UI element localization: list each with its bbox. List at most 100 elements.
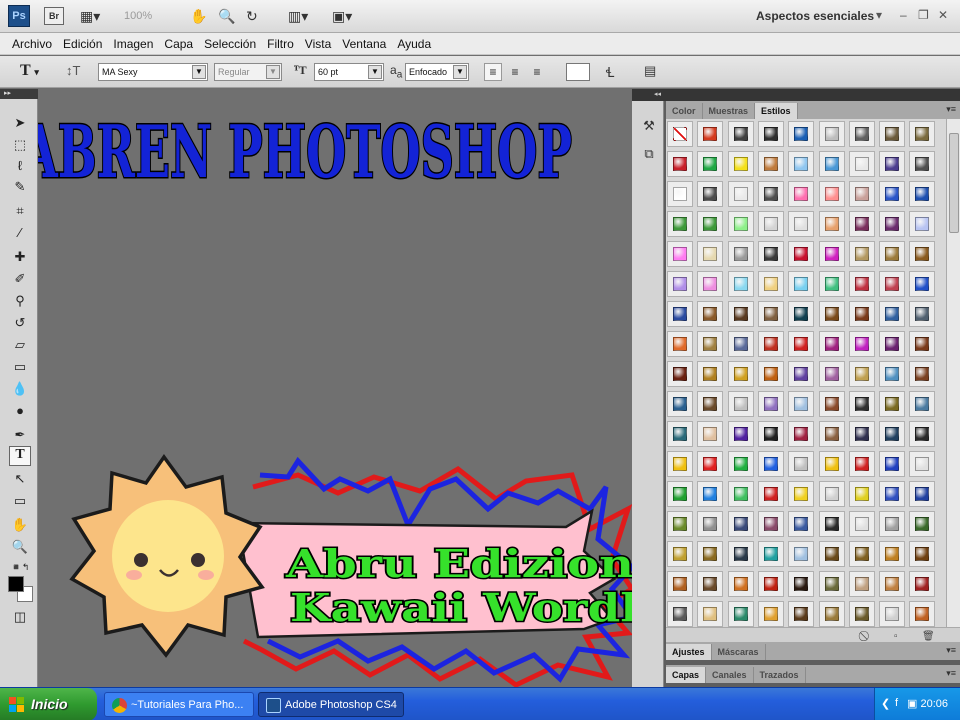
style-swatch[interactable] xyxy=(667,151,693,177)
arrange-documents-icon[interactable]: ▥▾ xyxy=(288,6,308,26)
style-swatch[interactable] xyxy=(909,211,936,237)
menu-seleccion[interactable]: Selección xyxy=(204,37,256,51)
style-swatch[interactable] xyxy=(818,211,845,237)
style-swatch[interactable] xyxy=(848,301,875,327)
font-size-select[interactable]: 60 pt ▼ xyxy=(314,63,384,81)
style-swatch[interactable] xyxy=(879,241,906,267)
style-swatch[interactable] xyxy=(848,601,875,627)
character-panel-icon[interactable]: ▤ xyxy=(644,63,656,81)
style-swatch[interactable] xyxy=(788,421,815,447)
style-swatch[interactable] xyxy=(667,451,693,477)
style-swatch[interactable] xyxy=(667,511,693,537)
style-swatch[interactable] xyxy=(757,331,784,357)
style-swatch[interactable] xyxy=(667,541,693,567)
style-swatch[interactable] xyxy=(727,391,754,417)
swap-colors-icon[interactable]: ◾↰ xyxy=(9,557,31,577)
style-swatch[interactable] xyxy=(879,361,906,387)
tray-arrow-icon[interactable]: ❮ xyxy=(881,697,890,710)
style-swatch[interactable] xyxy=(818,241,845,267)
font-style-select[interactable]: Regular ▼ xyxy=(214,63,282,81)
clone-source-icon[interactable]: ⧉ xyxy=(640,145,658,163)
crop-tool-icon[interactable]: ⌗ xyxy=(9,201,31,221)
styles-scrollbar[interactable] xyxy=(946,119,960,627)
style-swatch[interactable] xyxy=(788,271,815,297)
warp-text-icon[interactable]: Ɬ xyxy=(606,63,615,81)
style-swatch[interactable] xyxy=(727,511,754,537)
tab-capas[interactable]: Capas xyxy=(666,667,707,683)
bridge-launch-button[interactable]: Br xyxy=(44,7,64,25)
panel-menu-icon[interactable]: ▾≡ xyxy=(946,104,956,115)
style-swatch[interactable] xyxy=(667,121,693,147)
style-swatch[interactable] xyxy=(667,361,693,387)
tab-trazados[interactable]: Trazados xyxy=(754,667,806,683)
style-swatch[interactable] xyxy=(697,331,724,357)
facebook-icon[interactable]: f xyxy=(895,697,898,709)
style-swatch[interactable] xyxy=(667,421,693,447)
style-swatch[interactable] xyxy=(667,271,693,297)
tab-muestras[interactable]: Muestras xyxy=(703,103,756,119)
style-swatch[interactable] xyxy=(848,151,875,177)
text-color-swatch[interactable] xyxy=(566,63,590,81)
dodge-tool-icon[interactable]: ● xyxy=(9,401,31,421)
style-swatch[interactable] xyxy=(909,541,936,567)
style-swatch[interactable] xyxy=(697,361,724,387)
style-swatch[interactable] xyxy=(818,511,845,537)
quick-selection-tool-icon[interactable]: ✎ xyxy=(9,177,31,197)
zoom-icon[interactable]: 🔍 xyxy=(218,6,235,26)
menu-archivo[interactable]: Archivo xyxy=(12,37,52,51)
taskbar-item-chrome[interactable]: ~Tutoriales Para Pho... xyxy=(104,692,254,717)
style-swatch[interactable] xyxy=(757,541,784,567)
quick-mask-icon[interactable]: ◫ xyxy=(9,607,31,627)
zoom-tool-icon[interactable]: 🔍 xyxy=(9,537,31,557)
close-icon[interactable]: ✕ xyxy=(938,8,948,22)
style-swatch[interactable] xyxy=(757,421,784,447)
tab-ajustes[interactable]: Ajustes xyxy=(666,644,712,660)
style-swatch[interactable] xyxy=(879,451,906,477)
style-swatch[interactable] xyxy=(667,211,693,237)
style-swatch[interactable] xyxy=(788,481,815,507)
style-swatch[interactable] xyxy=(879,481,906,507)
style-swatch[interactable] xyxy=(848,211,875,237)
workspace-switcher[interactable]: Aspectos esenciales xyxy=(756,9,874,23)
style-swatch[interactable] xyxy=(697,541,724,567)
style-swatch[interactable] xyxy=(848,271,875,297)
style-swatch[interactable] xyxy=(667,571,693,597)
path-selection-tool-icon[interactable]: ↖ xyxy=(9,469,31,489)
style-swatch[interactable] xyxy=(757,391,784,417)
scrollbar-thumb[interactable] xyxy=(949,133,959,233)
style-swatch[interactable] xyxy=(697,511,724,537)
photoshop-logo[interactable]: Ps xyxy=(8,5,30,27)
style-swatch[interactable] xyxy=(818,571,845,597)
style-swatch[interactable] xyxy=(848,181,875,207)
style-swatch[interactable] xyxy=(818,181,845,207)
tab-mascaras[interactable]: Máscaras xyxy=(712,644,766,660)
style-swatch[interactable] xyxy=(757,511,784,537)
style-swatch[interactable] xyxy=(788,451,815,477)
style-swatch[interactable] xyxy=(788,241,815,267)
clone-stamp-tool-icon[interactable]: ⚲ xyxy=(9,291,31,311)
style-swatch[interactable] xyxy=(788,211,815,237)
menu-vista[interactable]: Vista xyxy=(305,37,331,51)
style-swatch[interactable] xyxy=(909,331,936,357)
tab-estilos[interactable]: Estilos xyxy=(755,103,798,119)
tools-panel-header[interactable]: ▸▸ xyxy=(0,89,38,99)
style-swatch[interactable] xyxy=(727,421,754,447)
style-swatch[interactable] xyxy=(848,241,875,267)
blur-tool-icon[interactable]: 💧 xyxy=(9,379,31,399)
style-swatch[interactable] xyxy=(667,331,693,357)
style-swatch[interactable] xyxy=(788,151,815,177)
eyedropper-tool-icon[interactable]: ⁄ xyxy=(9,223,31,243)
style-swatch[interactable] xyxy=(788,571,815,597)
style-swatch[interactable] xyxy=(879,181,906,207)
style-swatch[interactable] xyxy=(727,571,754,597)
lasso-tool-icon[interactable]: ℓ xyxy=(9,156,31,176)
start-button[interactable]: Inicio xyxy=(0,688,97,720)
style-swatch[interactable] xyxy=(909,511,936,537)
move-tool-icon[interactable]: ➤ xyxy=(9,113,31,133)
style-swatch[interactable] xyxy=(909,571,936,597)
style-swatch[interactable] xyxy=(788,121,815,147)
style-swatch[interactable] xyxy=(697,241,724,267)
style-swatch[interactable] xyxy=(848,481,875,507)
style-swatch[interactable] xyxy=(757,451,784,477)
pen-tool-icon[interactable]: ✒ xyxy=(9,425,31,445)
